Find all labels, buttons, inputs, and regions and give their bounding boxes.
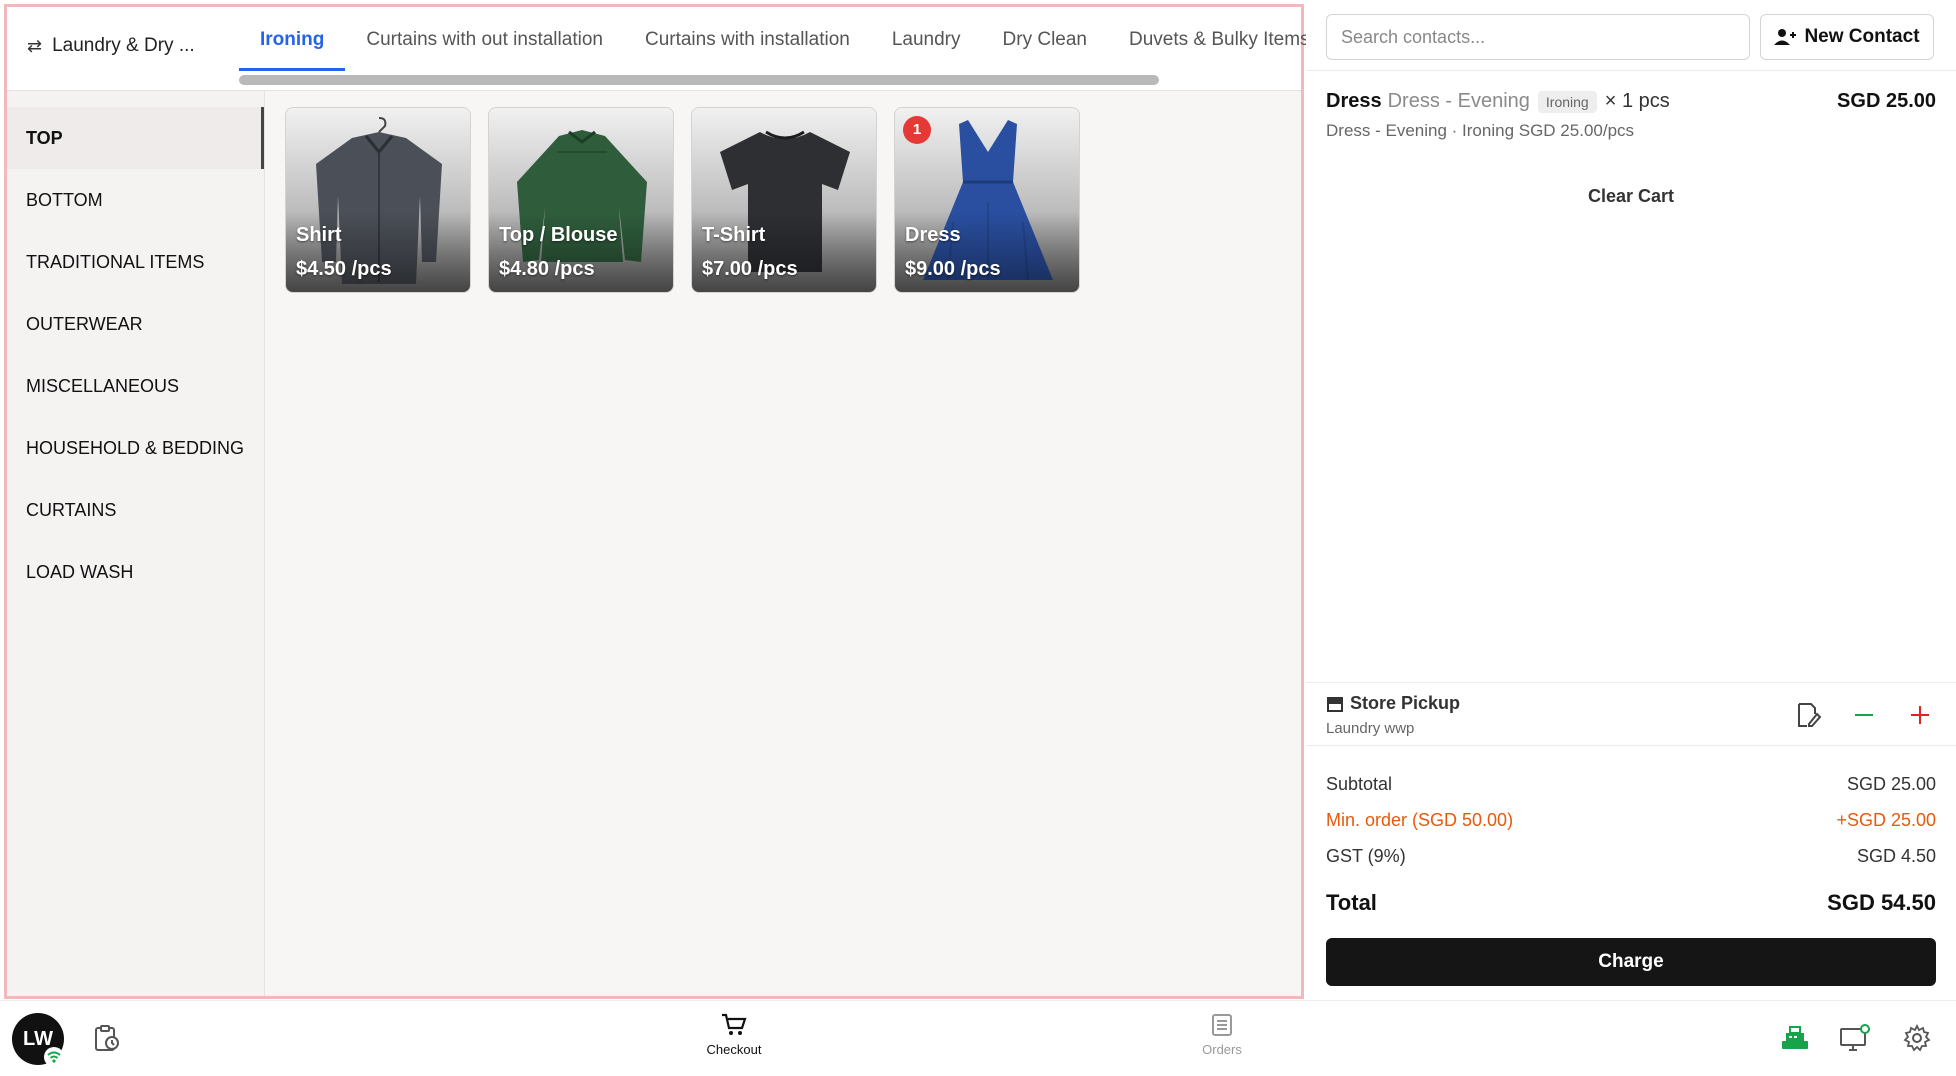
swap-icon: ⇄ [27,35,43,56]
line-item-price: SGD 25.00 [1837,90,1936,112]
line-item-variant: Dress - Evening [1387,90,1530,112]
catalog-panel: ⇄ Laundry & Dry ... Ironing Curtains wit… [4,4,1310,999]
product-name: Shirt [296,224,342,246]
cart-icon [722,1013,747,1035]
cash-register-button[interactable] [1778,1021,1812,1055]
clear-cart-button[interactable]: Clear Cart [1306,186,1956,207]
product-card-dress[interactable]: 1 Dress $9.00 /pcs [894,107,1080,293]
charge-button[interactable]: Charge [1326,938,1936,986]
product-price: $4.80 /pcs [499,258,595,280]
category-curtains[interactable]: CURTAINS [7,479,264,541]
nav-orders[interactable]: Orders [1182,1013,1262,1057]
cart-count-badge: 1 [903,116,931,144]
edit-note-icon [1798,703,1821,727]
service-tag: Ironing [1537,90,1597,113]
minus-icon [1855,714,1873,716]
nav-checkout[interactable]: Checkout [694,1013,774,1057]
order-totals: Subtotal SGD 25.00 Min. order (SGD 50.00… [1326,766,1936,930]
new-contact-label: New Contact [1804,26,1920,47]
total-value: SGD 54.50 [1827,890,1936,915]
add-user-icon [1774,29,1797,45]
total-label: Total [1326,890,1377,915]
display-button[interactable] [1838,1021,1872,1055]
search-contacts-input[interactable] [1326,14,1750,60]
tabs-horizontal-scrollbar[interactable] [239,75,1159,85]
gst-label: GST (9%) [1326,845,1406,866]
min-order-value: +SGD 25.00 [1836,809,1936,830]
tab-curtains-with-installation[interactable]: Curtains with installation [624,7,871,71]
tab-curtains-without-installation[interactable]: Curtains with out installation [345,7,624,71]
edit-note-button[interactable] [1792,699,1824,731]
product-grid: Shirt $4.50 /pcs Top / Blouse $4.80 /pcs… [285,107,1080,293]
plus-icon [1911,706,1929,724]
category-load-wash[interactable]: LOAD WASH [7,541,264,603]
clipboard-clock-icon [95,1025,119,1051]
category-sidebar: TOP BOTTOM TRADITIONAL ITEMS OUTERWEAR M… [7,91,265,996]
line-item-name: Dress [1326,90,1382,112]
tab-dry-clean[interactable]: Dry Clean [982,7,1108,71]
pickup-title: Store Pickup [1350,693,1461,713]
subtotal-value: SGD 25.00 [1846,773,1936,794]
product-name: Dress [905,224,961,246]
divider [1306,70,1956,71]
new-contact-button[interactable]: New Contact [1760,14,1934,60]
nav-checkout-label: Checkout [706,1042,762,1057]
category-household-bedding[interactable]: HOUSEHOLD & BEDDING [7,417,264,479]
service-switch-label: Laundry & Dry ... [52,35,195,56]
service-tabs-bar: ⇄ Laundry & Dry ... Ironing Curtains wit… [7,7,1310,91]
fulfillment-section: Store Pickup Laundry wwp [1306,682,1956,746]
settings-button[interactable] [1900,1021,1934,1055]
min-order-row: Min. order (SGD 50.00) +SGD 25.00 [1326,802,1936,838]
bottom-bar: LW Checkout Orders [0,1000,1956,1076]
tab-ironing[interactable]: Ironing [239,7,346,71]
category-outerwear[interactable]: OUTERWEAR [7,293,264,355]
gst-row: GST (9%) SGD 4.50 [1326,838,1936,874]
category-bottom[interactable]: BOTTOM [7,169,264,231]
total-row: Total SGD 54.50 [1326,876,1936,930]
service-switch-button[interactable]: ⇄ Laundry & Dry ... [27,35,195,57]
cash-register-icon [1782,1026,1808,1049]
service-tabs: Ironing Curtains with out installation C… [239,7,1331,71]
store-icon [1327,696,1343,712]
tab-duvets-bulky-items[interactable]: Duvets & Bulky Items [1108,7,1331,71]
subtotal-label: Subtotal [1326,773,1393,794]
gear-icon [1903,1024,1931,1052]
subtotal-row: Subtotal SGD 25.00 [1326,766,1936,802]
increase-button[interactable] [1904,699,1936,731]
category-top[interactable]: TOP [7,107,264,169]
product-price: $7.00 /pcs [702,258,798,280]
line-item-detail: Dress - Evening · Ironing SGD 25.00/pcs [1326,121,1635,140]
product-name: T-Shirt [702,224,766,246]
cart-panel: New Contact Dress Dress - Evening Ironin… [1306,0,1956,1000]
clipboard-clock-button[interactable] [90,1021,124,1055]
product-card-top-blouse[interactable]: Top / Blouse $4.80 /pcs [488,107,674,293]
nav-orders-label: Orders [1202,1042,1242,1057]
monitor-icon [1840,1024,1870,1051]
wifi-icon [44,1047,64,1067]
product-price: $4.50 /pcs [296,258,392,280]
category-miscellaneous[interactable]: MISCELLANEOUS [7,355,264,417]
gst-value: SGD 4.50 [1856,845,1936,866]
decrease-button[interactable] [1848,699,1880,731]
product-name: Top / Blouse [499,224,618,246]
product-card-tshirt[interactable]: T-Shirt $7.00 /pcs [691,107,877,293]
min-order-label: Min. order (SGD 50.00) [1326,809,1514,830]
category-traditional-items[interactable]: TRADITIONAL ITEMS [7,231,264,293]
product-card-shirt[interactable]: Shirt $4.50 /pcs [285,107,471,293]
pickup-location: Laundry wwp [1326,720,1415,737]
pickup-title-row: Store Pickup [1326,693,1460,714]
product-price: $9.00 /pcs [905,258,1001,280]
orders-icon [1212,1014,1232,1036]
tab-laundry[interactable]: Laundry [871,7,982,71]
cart-line-item[interactable]: Dress Dress - Evening Ironing × 1 pcs SG… [1326,90,1936,141]
line-item-quantity: × 1 pcs [1604,90,1670,112]
